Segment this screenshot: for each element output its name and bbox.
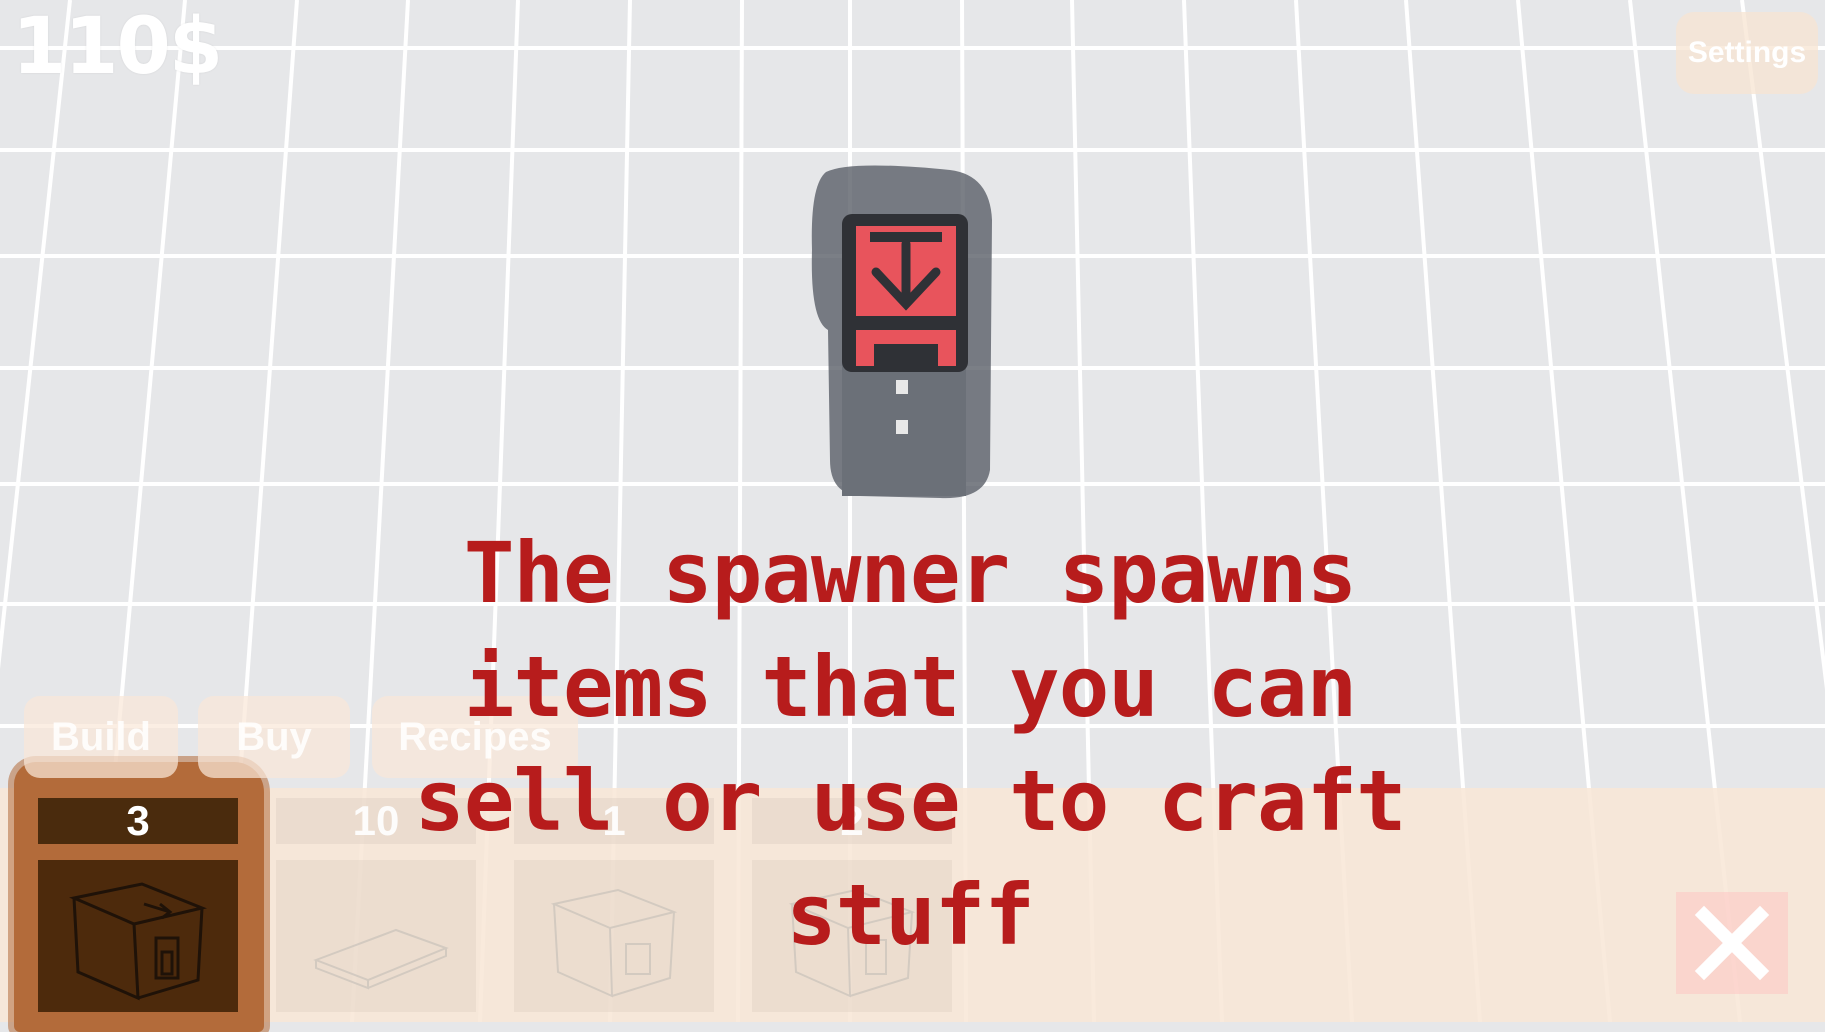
settings-button[interactable]: Settings — [1676, 12, 1818, 94]
slot-count: 3 — [38, 797, 238, 844]
spawner-box-icon[interactable] — [38, 860, 238, 1012]
close-button[interactable] — [1676, 892, 1788, 994]
spawner-machine[interactable] — [811, 165, 992, 499]
tutorial-message: The spawner spawns items that you can se… — [414, 524, 1406, 964]
money-counter: 110$ — [12, 2, 223, 92]
tab-buy[interactable]: Buy — [198, 696, 350, 778]
tab-build[interactable]: Build — [24, 696, 178, 778]
close-icon — [1694, 905, 1770, 981]
